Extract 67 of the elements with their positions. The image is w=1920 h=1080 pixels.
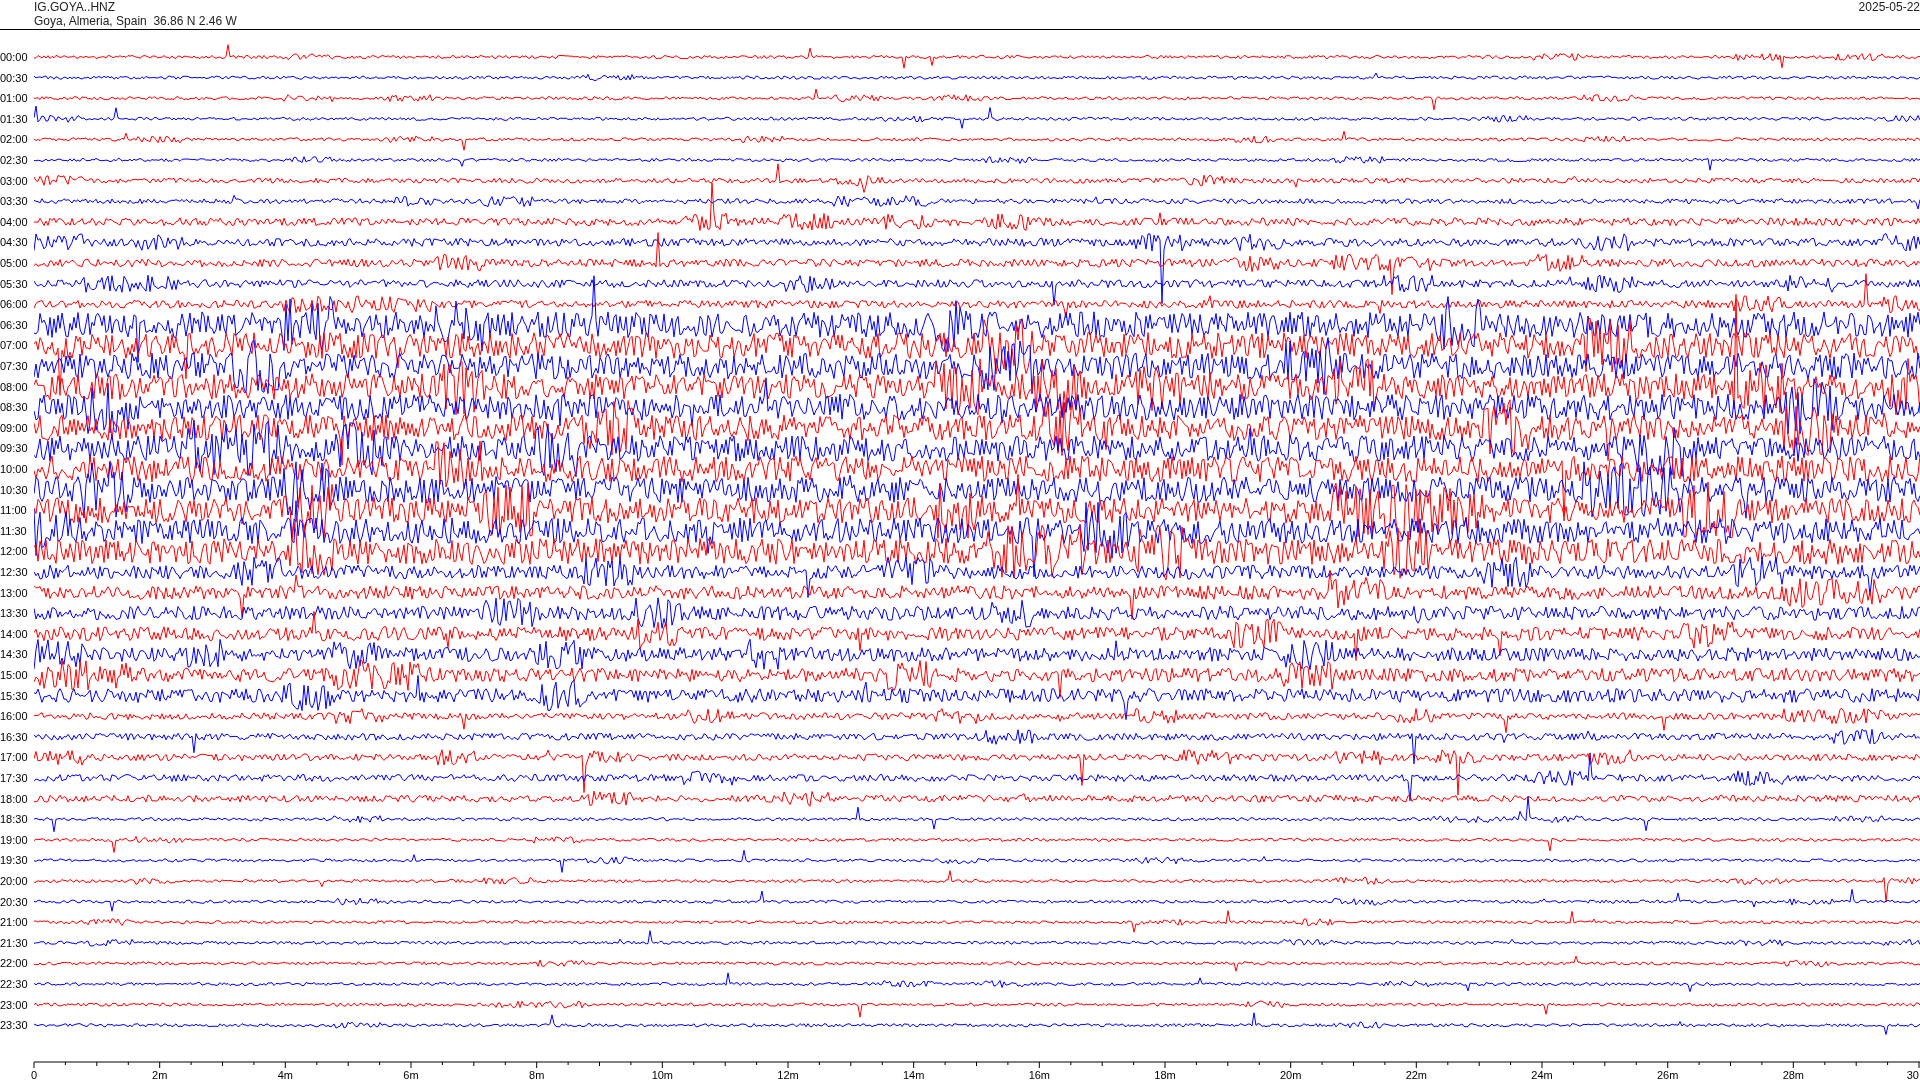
row-time-label: 02:00 <box>0 133 28 146</box>
row-time-label: 22:00 <box>0 957 28 970</box>
row-time-label: 02:30 <box>0 154 28 166</box>
row-time-label: 16:00 <box>0 710 28 723</box>
row-time-label: 20:30 <box>0 895 28 908</box>
axis-tick-label: 30 <box>1906 1069 1919 1079</box>
station-location: Goya, Almeria, Spain 36.86 N 2.46 W <box>34 14 237 28</box>
row-time-label: 06:30 <box>0 318 28 331</box>
axis-tick-label: 18m <box>1154 1069 1176 1079</box>
row-time-label: 15:00 <box>0 669 28 681</box>
row-time-label: 05:00 <box>0 257 28 269</box>
row-time-label: 04:00 <box>0 215 28 228</box>
row-time-label: 09:00 <box>0 421 28 434</box>
row-time-label: 00:00 <box>0 51 28 63</box>
station-code: IG.GOYA..HNZ <box>34 0 117 14</box>
row-time-label: 16:30 <box>0 730 28 743</box>
row-time-label: 10:00 <box>0 463 28 475</box>
row-time-label: 07:00 <box>0 339 28 352</box>
row-time-label: 10:30 <box>0 483 28 496</box>
row-time-label: 19:00 <box>0 833 28 846</box>
row-time-label: 03:30 <box>0 195 28 208</box>
row-time-label: 00:30 <box>0 71 28 84</box>
row-time-label: 12:00 <box>0 545 28 558</box>
row-time-label: 11:00 <box>0 504 27 517</box>
row-time-label: 21:30 <box>0 936 28 949</box>
row-time-label: 17:00 <box>0 751 28 764</box>
row-time-label: 05:30 <box>0 277 28 290</box>
row-time-label: 04:30 <box>0 236 28 249</box>
axis-tick-label: 6m <box>403 1069 419 1079</box>
row-time-label: 19:30 <box>0 854 28 867</box>
row-time-label: 08:30 <box>0 401 28 414</box>
row-time-label: 23:00 <box>0 998 28 1011</box>
row-time-label: 18:30 <box>0 813 28 826</box>
axis-tick-label: 12m <box>777 1069 799 1079</box>
row-time-label: 13:00 <box>0 586 28 599</box>
row-time-label: 14:00 <box>0 627 28 640</box>
axis-tick-label: 0 <box>31 1069 38 1079</box>
row-time-label: 21:00 <box>0 916 28 929</box>
axis-tick-label: 4m <box>277 1069 293 1079</box>
axis-tick-label: 28m <box>1782 1069 1805 1079</box>
row-time-label: 01:00 <box>0 92 28 105</box>
axis-tick-label: 24m <box>1531 1069 1553 1079</box>
row-time-label: 01:30 <box>0 112 28 125</box>
row-time-label: 20:00 <box>0 875 28 887</box>
axis-tick-label: 16m <box>1028 1069 1051 1079</box>
axis-tick-label: 22m <box>1405 1069 1428 1079</box>
axis-tick-label: 8m <box>529 1069 545 1079</box>
row-time-label: 03:00 <box>0 174 28 187</box>
row-time-label: 18:00 <box>0 792 28 805</box>
axis-tick-label: 20m <box>1279 1069 1302 1079</box>
axis-tick-label: 26m <box>1656 1069 1679 1079</box>
row-time-label: 14:30 <box>0 648 28 661</box>
row-time-label: 11:30 <box>0 524 27 537</box>
row-time-label: 08:00 <box>0 380 28 393</box>
axis-tick-label: 2m <box>152 1069 168 1079</box>
axis-tick-label: 10m <box>651 1069 674 1079</box>
row-time-label: 22:30 <box>0 978 28 990</box>
row-time-label: 09:30 <box>0 442 28 455</box>
axis-tick-label: 14m <box>902 1069 925 1079</box>
row-time-label: 15:30 <box>0 689 28 702</box>
date-label: 2025-05-22 <box>1858 0 1920 14</box>
row-time-label: 12:30 <box>0 566 28 578</box>
row-time-label: 17:30 <box>0 772 28 784</box>
row-time-label: 06:00 <box>0 298 28 311</box>
row-time-label: 13:30 <box>0 607 28 620</box>
row-time-label: 23:30 <box>0 1019 28 1032</box>
row-time-label: 07:30 <box>0 360 28 372</box>
